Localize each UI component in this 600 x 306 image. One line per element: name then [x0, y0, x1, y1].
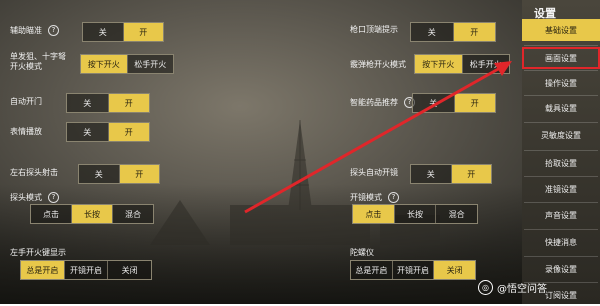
- watermark: ◎ @悟空问答: [478, 280, 547, 295]
- annotation-arrow-line: [244, 66, 501, 214]
- watermark-text: @悟空问答: [497, 284, 547, 295]
- annotation-arrow: [244, 61, 512, 214]
- wukong-logo-icon: ◎: [478, 280, 493, 295]
